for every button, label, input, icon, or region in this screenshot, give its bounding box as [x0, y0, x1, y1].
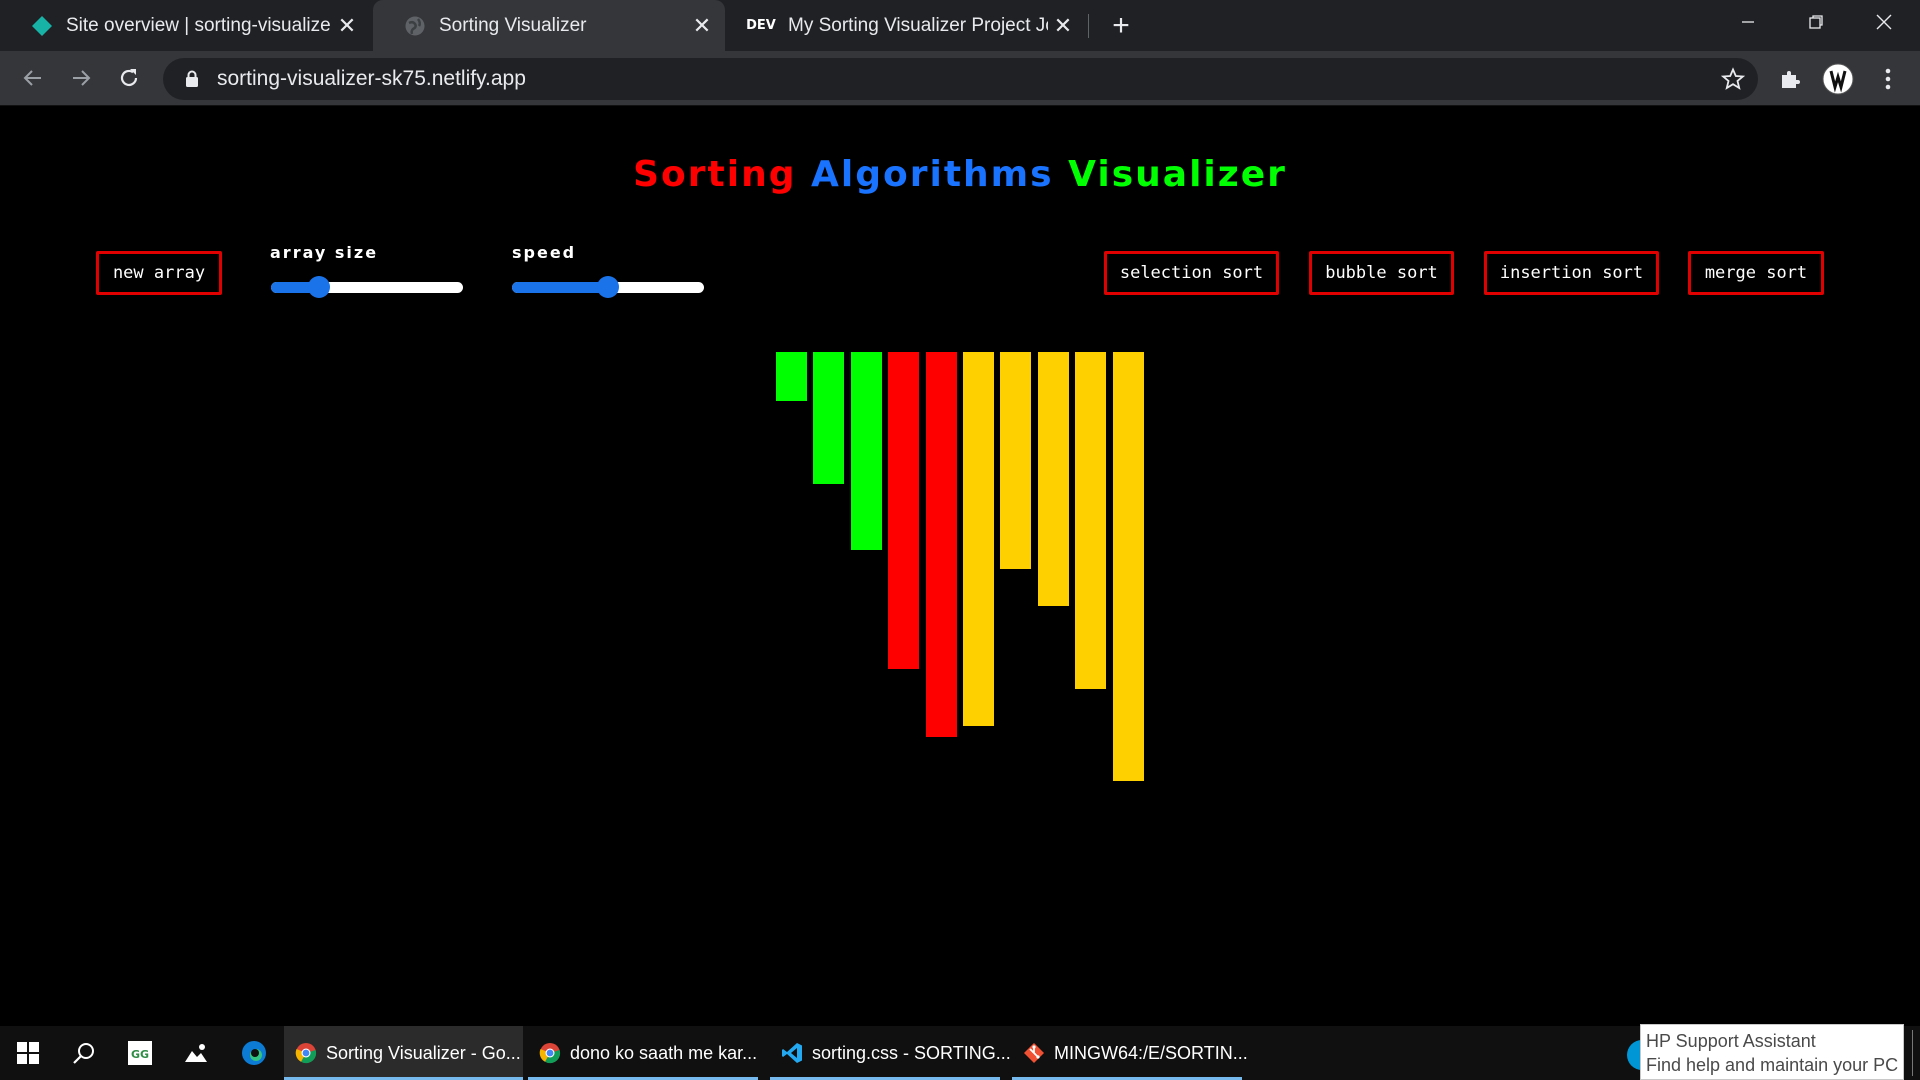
speed-slider-thumb[interactable] — [597, 276, 619, 298]
edge-browser-icon[interactable] — [226, 1026, 282, 1080]
vscode-icon — [780, 1041, 804, 1065]
show-desktop-button[interactable] — [1912, 1030, 1913, 1076]
profile-avatar[interactable] — [1820, 61, 1856, 97]
array-bar — [925, 352, 957, 737]
new-array-button[interactable]: new array — [96, 251, 222, 295]
tab-title: Sorting Visualizer — [439, 14, 587, 36]
svg-text:GG: GG — [131, 1048, 149, 1061]
extensions-puzzle-icon[interactable] — [1772, 61, 1808, 97]
new-tab-button[interactable]: + — [1105, 9, 1137, 42]
chrome-icon — [538, 1041, 562, 1065]
speed-label: speed — [512, 243, 577, 262]
photos-app-icon[interactable] — [168, 1026, 224, 1080]
title-word-sorting: Sorting — [633, 154, 797, 195]
speed-slider[interactable] — [512, 276, 704, 298]
taskbar-app-git-bash[interactable]: MINGW64:/E/SORTIN... — [1012, 1026, 1248, 1080]
minimize-window-icon[interactable] — [1714, 0, 1782, 44]
insertion-sort-button[interactable]: insertion sort — [1484, 251, 1659, 295]
taskbar-app-label: Sorting Visualizer - Go... — [326, 1042, 521, 1063]
page-content: Sorting Algorithms Visualizer new array … — [0, 106, 1920, 1026]
array-bar — [1037, 352, 1069, 606]
close-tab-icon[interactable]: ✕ — [1048, 11, 1078, 41]
array-bar — [850, 352, 882, 551]
array-bar — [963, 352, 994, 726]
taskbar-app-label: sorting.css - SORTING... — [812, 1042, 1011, 1063]
close-window-icon[interactable] — [1850, 0, 1918, 44]
array-bar — [888, 352, 920, 670]
windows-start-icon[interactable] — [0, 1026, 56, 1080]
dev-logo-text: DEV — [746, 18, 776, 33]
restore-window-icon[interactable] — [1782, 0, 1850, 44]
geeksforgeeks-app-icon[interactable]: GG — [112, 1026, 168, 1080]
close-tab-icon[interactable]: ✕ — [687, 11, 717, 41]
tab-dev-journey[interactable]: DEV My Sorting Visualizer Project Jou ✕ — [728, 0, 1086, 51]
array-size-slider-thumb[interactable] — [308, 276, 330, 298]
title-word-visualizer: Visualizer — [1068, 154, 1287, 195]
array-bar — [1112, 352, 1144, 781]
reload-button[interactable] — [110, 59, 148, 97]
title-word-algorithms: Algorithms — [811, 154, 1054, 195]
taskbar-app-chrome-second[interactable]: dono ko saath me kar... — [528, 1026, 758, 1080]
git-bash-icon — [1022, 1041, 1046, 1065]
address-bar[interactable]: sorting-visualizer-sk75.netlify.app — [163, 58, 1758, 100]
bookmark-star-icon[interactable] — [1720, 66, 1746, 92]
speed-slider-fill — [512, 282, 608, 293]
browser-toolbar: sorting-visualizer-sk75.netlify.app — [0, 51, 1920, 106]
menu-kebab-icon[interactable] — [1870, 61, 1906, 97]
back-button[interactable] — [14, 59, 52, 97]
browser-tab-strip: Site overview | sorting-visualizer- ✕ So… — [0, 0, 1920, 51]
array-bar — [776, 352, 807, 401]
tab-site-overview[interactable]: Site overview | sorting-visualizer- ✕ — [0, 0, 370, 51]
taskbar-app-label: MINGW64:/E/SORTIN... — [1054, 1042, 1248, 1063]
hp-support-notification[interactable]: HP Support Assistant Find help and maint… — [1640, 1024, 1904, 1080]
search-icon[interactable] — [56, 1026, 112, 1080]
notification-body: Find help and maintain your PC — [1646, 1055, 1899, 1075]
tab-title: My Sorting Visualizer Project Jou — [788, 14, 1048, 36]
array-bars-container — [776, 352, 1146, 792]
array-size-label: array size — [270, 243, 379, 262]
merge-sort-button[interactable]: merge sort — [1688, 251, 1824, 295]
taskbar-app-label: dono ko saath me kar... — [570, 1042, 758, 1063]
globe-icon — [403, 14, 427, 38]
forward-button[interactable] — [62, 59, 100, 97]
selection-sort-button[interactable]: selection sort — [1104, 251, 1279, 295]
tab-sorting-visualizer[interactable]: Sorting Visualizer ✕ — [373, 0, 725, 51]
tab-separator — [1088, 14, 1089, 38]
netlify-diamond-icon — [30, 14, 54, 38]
taskbar-app-sorting-visualizer[interactable]: Sorting Visualizer - Go... — [284, 1026, 523, 1080]
bubble-sort-button[interactable]: bubble sort — [1309, 251, 1454, 295]
close-tab-icon[interactable]: ✕ — [332, 11, 362, 41]
page-title: Sorting Algorithms Visualizer — [0, 154, 1920, 195]
dev-logo-icon: DEV — [746, 14, 776, 38]
notification-title: HP Support Assistant — [1646, 1031, 1816, 1051]
chrome-icon — [294, 1041, 318, 1065]
lock-icon[interactable] — [181, 68, 203, 90]
array-bar — [1075, 352, 1107, 689]
array-bar — [1000, 352, 1032, 569]
url-text[interactable]: sorting-visualizer-sk75.netlify.app — [217, 67, 526, 91]
array-size-slider[interactable] — [271, 276, 463, 298]
tab-title: Site overview | sorting-visualizer- — [66, 14, 332, 36]
taskbar-app-vscode[interactable]: sorting.css - SORTING... — [770, 1026, 1011, 1080]
array-bar — [813, 352, 845, 485]
